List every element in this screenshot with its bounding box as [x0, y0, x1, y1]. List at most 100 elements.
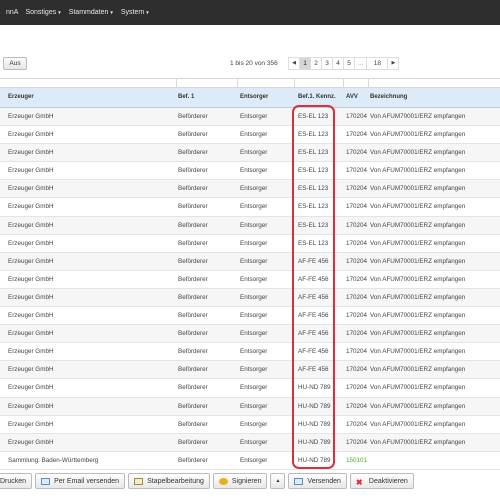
cell-avv: 170204: [346, 185, 368, 193]
email-button-label: Per Email versenden: [54, 477, 120, 485]
cell-avv: 170204: [346, 275, 368, 283]
table-row[interactable]: Erzeuger GmbH Beförderer Entsorger AF-FE 45…: [0, 361, 500, 380]
cell-avv: 170204: [346, 167, 368, 175]
nav-item-sonstiges[interactable]: Sonstiges▼: [25, 9, 61, 16]
sign-dropdown-toggle[interactable]: ▲: [270, 473, 286, 489]
table-row[interactable]: Erzeuger GmbH Beförderer Entsorger HU-ND 78…: [0, 397, 500, 416]
table-body: Erzeuger GmbH Beförderer Entsorger ES-EL 12…: [0, 108, 500, 470]
table-row[interactable]: Erzeuger GmbH Beförderer Entsorger HU-ND 78…: [0, 379, 500, 398]
cell-erzeuger: Erzeuger GmbH: [8, 275, 54, 283]
aus-button[interactable]: Aus: [3, 57, 27, 70]
cell-avv: 170204: [346, 420, 368, 428]
table-row[interactable]: Sammlung: Baden-Württemberg Beförderer Ent…: [0, 452, 500, 470]
cell-avv: 170204: [346, 149, 368, 157]
batch-edit-icon: [134, 477, 144, 485]
close-icon: ✖: [355, 477, 363, 487]
table-row[interactable]: Erzeuger GmbH Beförderer Entsorger HU-ND 78…: [0, 433, 500, 452]
pagination: ◀ 1 2 3 4 5... 18 ▶: [288, 57, 400, 70]
table-row[interactable]: Erzeuger GmbH Beförderer Entsorger AF-FE 45…: [0, 271, 500, 289]
cell-bef1: Beförderer: [178, 131, 208, 139]
cell-bef1: Beförderer: [178, 239, 208, 247]
table-row[interactable]: Erzeuger GmbH Beförderer Entsorger HU-ND 78…: [0, 416, 500, 434]
filter-divider: [368, 79, 369, 88]
table-row[interactable]: Erzeuger GmbH Beförderer Entsorger ES-EL 12…: [0, 162, 500, 181]
cell-erzeuger: Erzeuger GmbH: [8, 113, 54, 120]
cell-bef1: Beförderer: [178, 312, 208, 320]
caret-up-icon: ▲: [275, 478, 281, 484]
cell-avv: 170204: [346, 113, 368, 120]
print-button[interactable]: Drucken: [0, 473, 33, 489]
cell-erzeuger: Erzeuger GmbH: [8, 293, 54, 301]
filter-divider: [343, 79, 344, 88]
cell-entsorger: Entsorger: [240, 330, 268, 338]
table-row[interactable]: Erzeuger GmbH Beförderer Entsorger AF-FE 45…: [0, 325, 500, 344]
caret-down-icon: ▼: [145, 9, 150, 15]
cell-entsorger: Entsorger: [240, 167, 268, 175]
cell-bef1: Beförderer: [178, 293, 208, 301]
cell-bef1: Beförderer: [178, 275, 208, 283]
action-bar: Drucken Per Email versenden Stapelbearbe…: [0, 470, 500, 492]
batch-edit-button[interactable]: Stapelbearbeitung: [128, 473, 210, 489]
table-row[interactable]: Erzeuger GmbH Beförderer Entsorger ES-EL 12…: [0, 180, 500, 199]
table-row[interactable]: Erzeuger GmbH Beförderer Entsorger ES-EL 12…: [0, 198, 500, 217]
cell-bef1: Beförderer: [178, 420, 208, 428]
next-page-icon[interactable]: ▶: [387, 57, 400, 70]
cell-avv: 150101: [346, 456, 368, 464]
cell-erzeuger: Erzeuger GmbH: [8, 221, 54, 229]
table-row[interactable]: Erzeuger GmbH Beförderer Entsorger ES-EL 12…: [0, 216, 500, 235]
table-row[interactable]: Erzeuger GmbH Beförderer Entsorger AF-FE 45…: [0, 288, 500, 308]
nav-item-nna[interactable]: nnA: [6, 9, 18, 16]
table-row[interactable]: Erzeuger GmbH Beförderer Entsorger ES-EL 12…: [0, 126, 500, 145]
cell-avv: 170204: [346, 438, 368, 446]
cell-bezeichnung: Von AFUM70001/ERZ empfangen: [370, 149, 466, 157]
deactivate-button[interactable]: ✖ Deaktivieren: [349, 473, 414, 489]
sign-button[interactable]: Signieren: [212, 473, 268, 489]
cell-bef1: Beförderer: [178, 438, 208, 446]
send-button[interactable]: Versenden: [288, 473, 347, 489]
table-row[interactable]: Erzeuger GmbH Beförderer Entsorger AF-FE 45…: [0, 252, 500, 271]
cell-entsorger: Entsorger: [240, 420, 268, 428]
nav-item-label: System: [120, 9, 145, 16]
header-bezeichnung[interactable]: Bezeichnung: [370, 94, 407, 100]
filter-divider: [237, 79, 238, 88]
table-row[interactable]: Erzeuger GmbH Beförderer Entsorger AF-FE 45…: [0, 343, 500, 362]
header-avv[interactable]: AVV: [346, 94, 358, 100]
cell-bezeichnung: Von AFUM70001/ERZ empfangen: [370, 113, 466, 120]
nav-item-system[interactable]: System▼: [121, 9, 150, 16]
table-row[interactable]: Erzeuger GmbH Beförderer Entsorger ES-EL 12…: [0, 235, 500, 253]
cell-bef1: Beförderer: [178, 185, 208, 193]
email-button[interactable]: Per Email versenden: [35, 473, 126, 489]
cell-avv: 170204: [346, 221, 368, 229]
cell-bef1: Beförderer: [178, 348, 208, 356]
table-row[interactable]: Erzeuger GmbH Beförderer Entsorger ES-EL 12…: [0, 144, 500, 163]
cell-bezeichnung: Von AFUM70001/ERZ empfangen: [370, 293, 466, 301]
header-kennzeichen[interactable]: Bef.1. Kennz.: [298, 94, 336, 100]
cell-avv: 170204: [346, 348, 368, 356]
cell-bezeichnung: Von AFUM70001/ERZ empfangen: [370, 312, 466, 320]
cell-avv: 170204: [346, 366, 368, 374]
table-row[interactable]: Erzeuger GmbH Beförderer Entsorger AF-FE 45…: [0, 307, 500, 326]
header-bef1[interactable]: Bef. 1: [178, 94, 194, 100]
nav-item-label: nnA: [6, 9, 19, 16]
table-row[interactable]: Erzeuger GmbH Beförderer Entsorger ES-EL 12…: [0, 108, 500, 127]
cell-avv: 170204: [346, 131, 368, 139]
header-erzeuger[interactable]: Erzeuger: [8, 94, 34, 100]
cell-entsorger: Entsorger: [240, 149, 268, 157]
cell-entsorger: Entsorger: [240, 366, 268, 374]
cell-bezeichnung: Von AFUM70001/ERZ empfangen: [370, 131, 466, 139]
cell-entsorger: Entsorger: [240, 275, 268, 283]
top-navbar: nnA Sonstiges▼ Stammdaten▼ System▼: [0, 0, 500, 25]
cell-bezeichnung: Von AFUM70001/ERZ empfangen: [370, 257, 466, 265]
filter-row: [0, 78, 500, 88]
header-entsorger[interactable]: Entsorger: [240, 94, 268, 100]
cell-bezeichnung: Von AFUM70001/ERZ empfangen: [370, 221, 466, 229]
page-18[interactable]: 18: [366, 57, 389, 70]
cell-bef1: Beförderer: [178, 113, 208, 120]
cell-erzeuger: Erzeuger GmbH: [8, 438, 54, 446]
cell-erzeuger: Erzeuger GmbH: [8, 131, 54, 139]
cell-bezeichnung: Von AFUM70001/ERZ empfangen: [370, 203, 466, 211]
cell-erzeuger: Erzeuger GmbH: [8, 402, 54, 410]
nav-item-stammdaten[interactable]: Stammdaten▼: [69, 9, 114, 16]
cell-entsorger: Entsorger: [240, 257, 268, 265]
cell-entsorger: Entsorger: [240, 131, 268, 139]
